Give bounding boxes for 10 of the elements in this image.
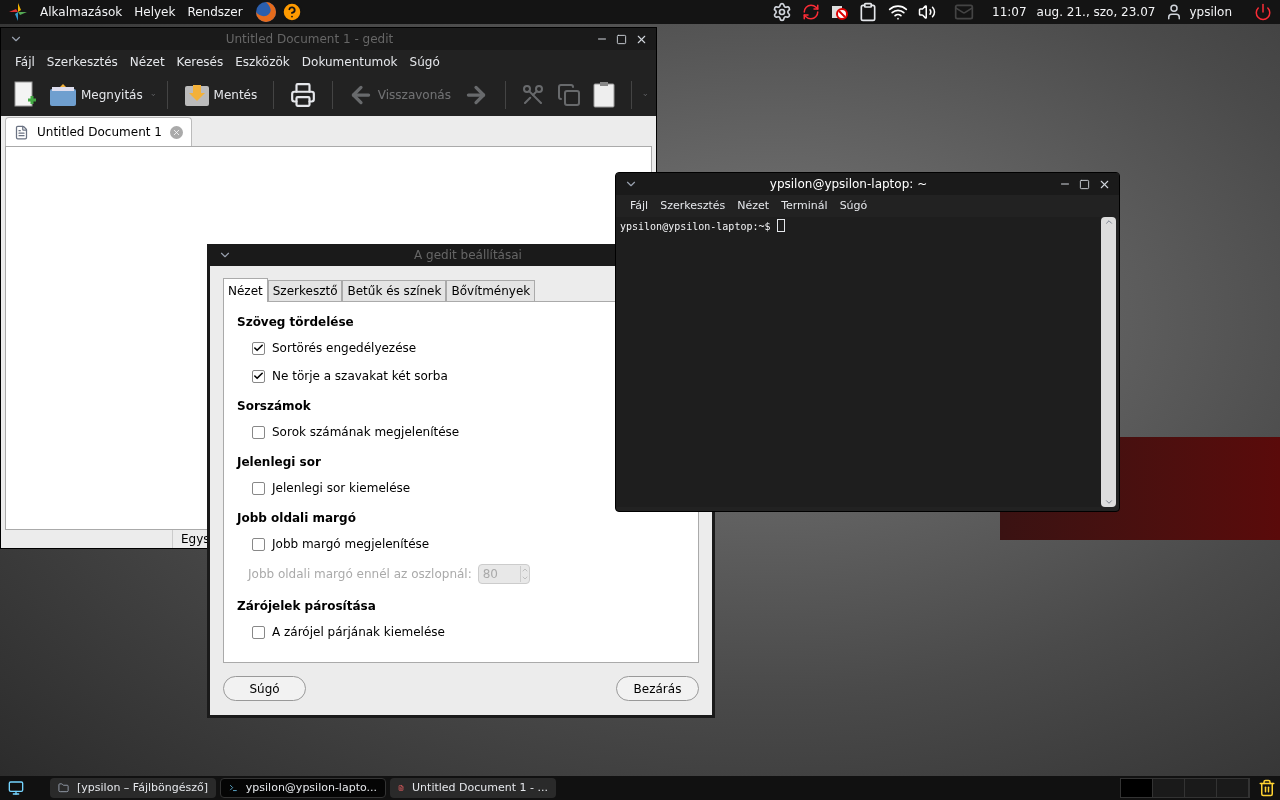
section-heading: Zárójelek párosítása	[237, 598, 376, 614]
window-title: A gedit beállításai	[413, 247, 523, 264]
window-title: ypsilon@ypsilon-laptop: ~	[768, 176, 929, 193]
window-title: Untitled Document 1 - gedit	[224, 31, 395, 48]
spin-label: Jobb oldali margó ennél az oszlopnál:	[248, 566, 472, 583]
section-heading: Jobb oldali margó	[237, 510, 356, 526]
section-heading: Sorszámok	[237, 398, 311, 414]
shell-prompt: ypsilon@ypsilon-laptop:~$	[620, 220, 771, 234]
section-heading: Szöveg tördelése	[237, 314, 354, 330]
section-heading: Jelenlegi sor	[237, 454, 321, 470]
